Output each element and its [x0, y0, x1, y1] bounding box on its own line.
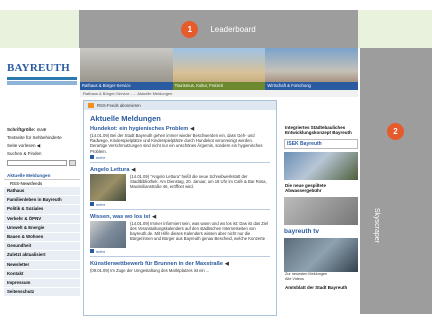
- nav-item[interactable]: Familienleben in Bayreuth: [4, 196, 80, 206]
- rss-bar[interactable]: RSS-Feeds abonnieren: [84, 101, 276, 110]
- leaderboard-side-left: [0, 10, 79, 48]
- nav-item[interactable]: Seitenschutz: [4, 288, 80, 298]
- skyscraper-number-badge: 2: [387, 123, 404, 140]
- isek-image[interactable]: [284, 151, 358, 180]
- news-body-text: (14.01.09) "Angelo Lettura" heißt die ne…: [130, 173, 267, 190]
- leaderboard-label: Leaderboard: [210, 24, 256, 34]
- skyscraper-label: Skyscraper: [373, 208, 380, 244]
- news-item: Wissen, was wo los ist ◀ (14.01.09) Immer…: [90, 214, 270, 257]
- news-item: Hundekot: ein hygienisches Problem ◀ (14.…: [90, 126, 270, 163]
- speaker-icon[interactable]: ◀: [190, 126, 194, 132]
- nav-item[interactable]: Newsletter: [4, 260, 80, 270]
- read-aloud-link[interactable]: Seite vorlesen ◀: [4, 142, 80, 150]
- banner-caption: Rathaus & Bürger-Service: [80, 82, 173, 90]
- nav-item[interactable]: Umwelt & Energie: [4, 223, 80, 234]
- text-version-link[interactable]: Textseite für Sehbehinderte: [4, 134, 80, 142]
- news-title-link[interactable]: Hundekot: ein hygienisches Problem ◀: [90, 126, 270, 132]
- nav-item[interactable]: Bauen & Wohnen: [4, 233, 80, 243]
- banner-caption: Wirtschaft & Forschung: [265, 82, 359, 90]
- site-frame: BAYREUTH Rathaus & Bürger-Service Touris…: [4, 48, 359, 316]
- isek-intro[interactable]: Integriertes Städtebauliches Entwicklung…: [284, 125, 358, 136]
- nav-heading[interactable]: Aktuelle Meldungen: [4, 172, 80, 179]
- header-banner: Rathaus & Bürger-Service Tourismus, Kult…: [80, 48, 359, 90]
- font-size-label: Schriftgröße:: [7, 127, 36, 132]
- logo-subbar: [7, 81, 77, 85]
- search-input[interactable]: [7, 160, 67, 166]
- news-body: (14.01.09) Bei der Stadt Bayreuth gehen …: [90, 133, 270, 154]
- all-videos-link[interactable]: Alle Videos: [284, 277, 358, 282]
- page-title: Aktuelle Meldungen: [90, 114, 161, 123]
- abwasser-image[interactable]: [284, 196, 358, 225]
- speaker-icon[interactable]: ◀: [131, 167, 135, 173]
- nav-item[interactable]: Politik & Soziales: [4, 205, 80, 215]
- nav-sub-rss[interactable]: RSS-Newsfeeds: [4, 179, 80, 187]
- news-title: Wissen, was wo los ist: [90, 213, 151, 220]
- rss-label: RSS-Feeds abonnieren: [97, 103, 141, 108]
- news-thumbnail[interactable]: [90, 173, 126, 201]
- rss-icon: [88, 103, 94, 108]
- abwasser-title[interactable]: Die neue gespiltete Abwassergebühr: [284, 183, 358, 194]
- news-title: Angelo Lettura: [90, 166, 130, 173]
- speaker-icon[interactable]: ◀: [152, 214, 156, 220]
- news-item: Angelo Lettura ◀ (14.01.09) "Angelo Lettu…: [90, 167, 270, 210]
- nav-item[interactable]: Kontakt: [4, 269, 80, 280]
- search-button[interactable]: [69, 160, 76, 166]
- isek-banner[interactable]: ISEK Bayreuth: [284, 138, 358, 149]
- nav-item[interactable]: Verkehr & ÖPNV: [4, 214, 80, 224]
- breadcrumb: Rathaus & Bürger-Service - ... Aktuelle …: [80, 90, 358, 97]
- more-link[interactable]: mehr: [90, 202, 270, 207]
- nav-item[interactable]: Rathaus: [4, 187, 80, 197]
- news-body-text: (14.01.09) Bei der Stadt Bayreuth gehen …: [90, 133, 263, 154]
- news-item: Künstlerwettbewerb für Brunnen in der Ma…: [90, 261, 270, 275]
- bayreuth-tv-logo[interactable]: bayreuth tv: [284, 228, 358, 236]
- news-title-link[interactable]: Wissen, was wo los ist ◀: [90, 214, 270, 220]
- font-size-icon: ⊖a⊕: [36, 127, 47, 132]
- news-body: (14.01.09) "Angelo Lettura" heißt die ne…: [90, 173, 270, 201]
- speaker-icon[interactable]: ◀: [225, 261, 229, 267]
- news-title-link[interactable]: Künstlerwettbewerb für Brunnen in der Ma…: [90, 261, 270, 267]
- font-size-control[interactable]: Schriftgröße: ⊖a⊕: [4, 126, 80, 134]
- nav-item[interactable]: Impressum: [4, 279, 80, 289]
- banner-caption: Tourismus, Kultur, Freizeit: [172, 82, 266, 90]
- left-navigation: Schriftgröße: ⊖a⊕ Textseite für Sehbehin…: [4, 126, 80, 298]
- logo-bar: [7, 77, 77, 80]
- nav-item[interactable]: Zuletzt aktualisiert: [4, 251, 80, 261]
- banner-tourismus[interactable]: Tourismus, Kultur, Freizeit: [172, 48, 266, 90]
- logo-area[interactable]: BAYREUTH: [4, 48, 80, 90]
- bayreuth-tv-video[interactable]: [284, 237, 358, 272]
- news-title: Hundekot: ein hygienisches Problem: [90, 126, 189, 132]
- news-thumbnail[interactable]: [90, 220, 126, 248]
- search-label: Suchen & Finden: [7, 151, 42, 156]
- leaderboard-ad[interactable]: 1 Leaderboard: [79, 10, 358, 48]
- more-link[interactable]: mehr: [90, 155, 270, 160]
- news-body-text: (09.01.09) Im Zuge der Umgestaltung des …: [90, 267, 210, 273]
- speaker-icon: ◀: [36, 143, 41, 148]
- banner-wirtschaft[interactable]: Wirtschaft & Forschung: [265, 48, 359, 90]
- read-aloud-label: Seite vorlesen: [7, 143, 36, 148]
- news-title: Künstlerwettbewerb für Brunnen in der Ma…: [90, 260, 224, 267]
- leaderboard-number-badge: 1: [181, 20, 199, 38]
- skyscraper-ad[interactable]: 2 Skyscraper: [360, 48, 432, 314]
- nav-item[interactable]: Gesundheit: [4, 242, 80, 252]
- leaderboard-side-right: [358, 10, 432, 48]
- banner-rathaus[interactable]: Rathaus & Bürger-Service: [80, 48, 173, 90]
- news-title-link[interactable]: Angelo Lettura ◀: [90, 167, 270, 173]
- news-body-text: (14.01.09) Immer informiert sein, was wa…: [130, 220, 269, 242]
- main-content: RSS-Feeds abonnieren Aktuelle Meldungen …: [83, 100, 277, 316]
- news-body: (14.01.09) Immer informiert sein, was wa…: [90, 220, 270, 248]
- news-body: (09.01.09) Im Zuge der Umgestaltung des …: [90, 268, 270, 273]
- amtsblatt-link[interactable]: Amtsblatt der Stadt Bayreuth: [284, 285, 358, 290]
- more-link[interactable]: mehr: [90, 249, 270, 254]
- search-row: [7, 160, 77, 166]
- right-column: Integriertes Städtebauliches Entwicklung…: [284, 125, 358, 290]
- site-logo: BAYREUTH: [7, 62, 70, 74]
